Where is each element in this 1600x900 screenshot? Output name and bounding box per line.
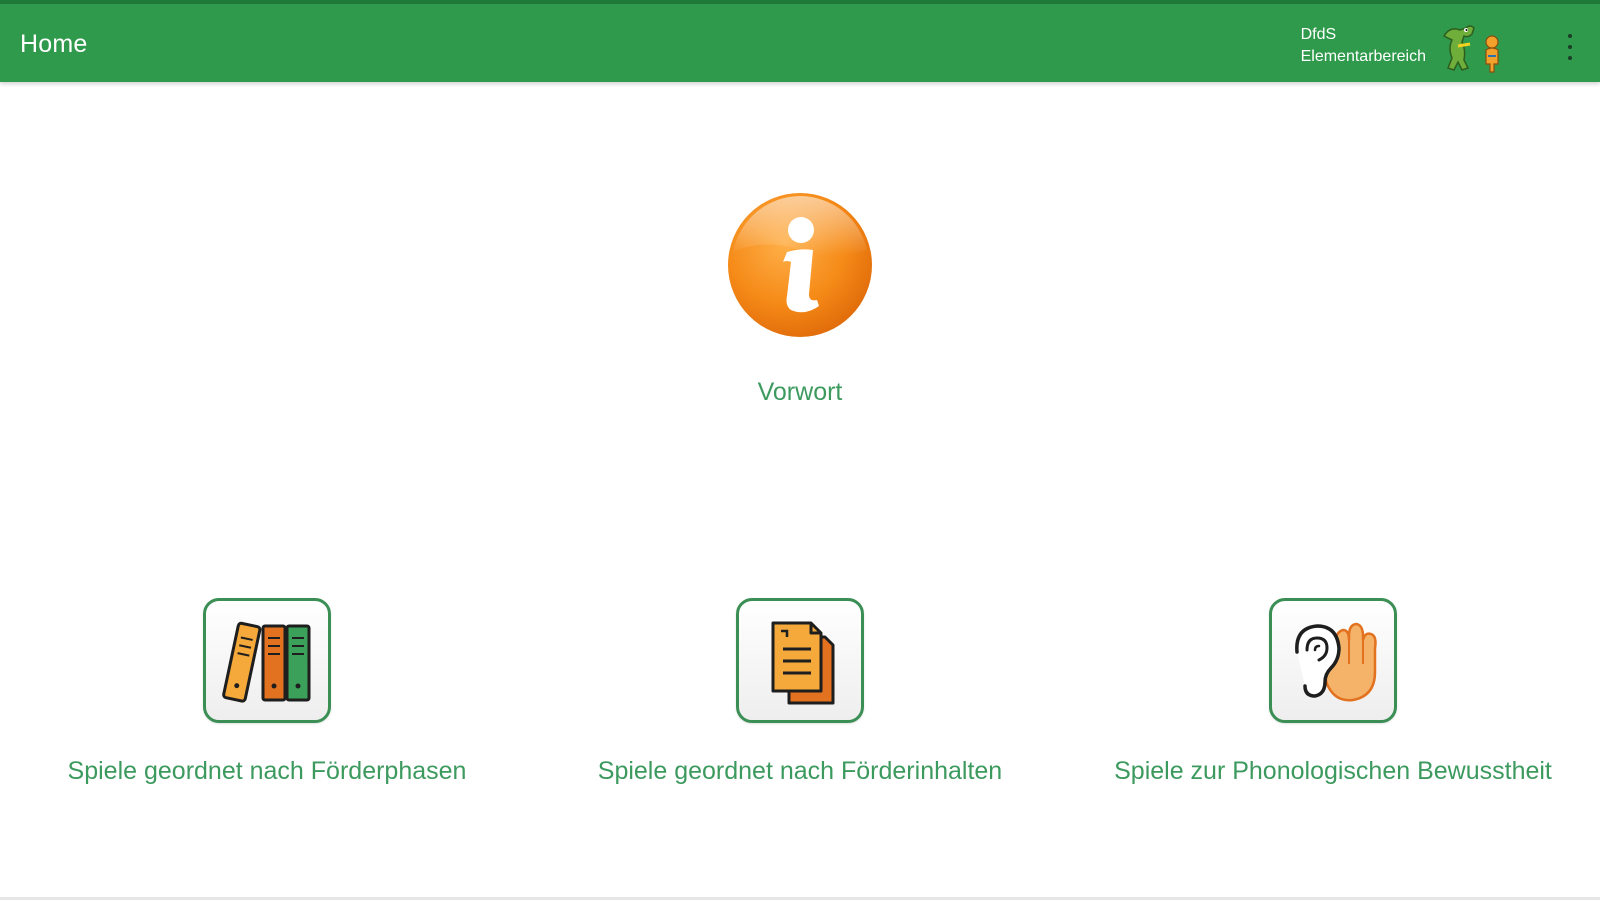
tile-phonologische-bewusstheit-label: Spiele zur Phonologischen Bewusstheit xyxy=(1114,757,1552,785)
binders-icon xyxy=(222,621,311,703)
brand-line-2: Elementarbereich xyxy=(1300,48,1426,65)
vorwort-button[interactable]: Vorwort xyxy=(700,190,900,407)
tile-phonologische-bewusstheit[interactable]: Spiele zur Phonologischen Bewusstheit xyxy=(1083,598,1583,786)
more-options-button[interactable] xyxy=(1564,34,1576,60)
tile-foerderinhalte-label: Spiele geordnet nach Förderinhalten xyxy=(597,757,1003,785)
app-title: Home xyxy=(20,30,88,58)
more-vert-icon xyxy=(1568,34,1572,38)
tile-phonologische-bewusstheit-frame xyxy=(1269,598,1397,723)
brand-text: DfdS Elementarbereich xyxy=(1301,24,1426,68)
tile-foerderinhalte-frame xyxy=(736,598,864,723)
brand: DfdS Elementarbereich xyxy=(1301,16,1510,76)
documents-icon xyxy=(771,621,835,704)
crocodile-mascot-logo-icon xyxy=(1442,25,1499,73)
ear-hand-icon xyxy=(1295,622,1377,701)
tile-foerderinhalte[interactable]: Spiele geordnet nach Förderinhalten xyxy=(550,598,1050,786)
tile-foerderphasen-frame xyxy=(203,598,331,723)
app-bar: Home DfdS Elementarbereich xyxy=(0,0,1600,82)
brand-line-1: DfdS xyxy=(1300,26,1337,43)
info-icon xyxy=(728,193,872,337)
tile-foerderphasen[interactable]: Spiele geordnet nach Förderphasen xyxy=(17,598,517,786)
tile-foerderphasen-label: Spiele geordnet nach Förderphasen xyxy=(67,757,467,785)
vorwort-label: Vorwort xyxy=(757,378,843,406)
